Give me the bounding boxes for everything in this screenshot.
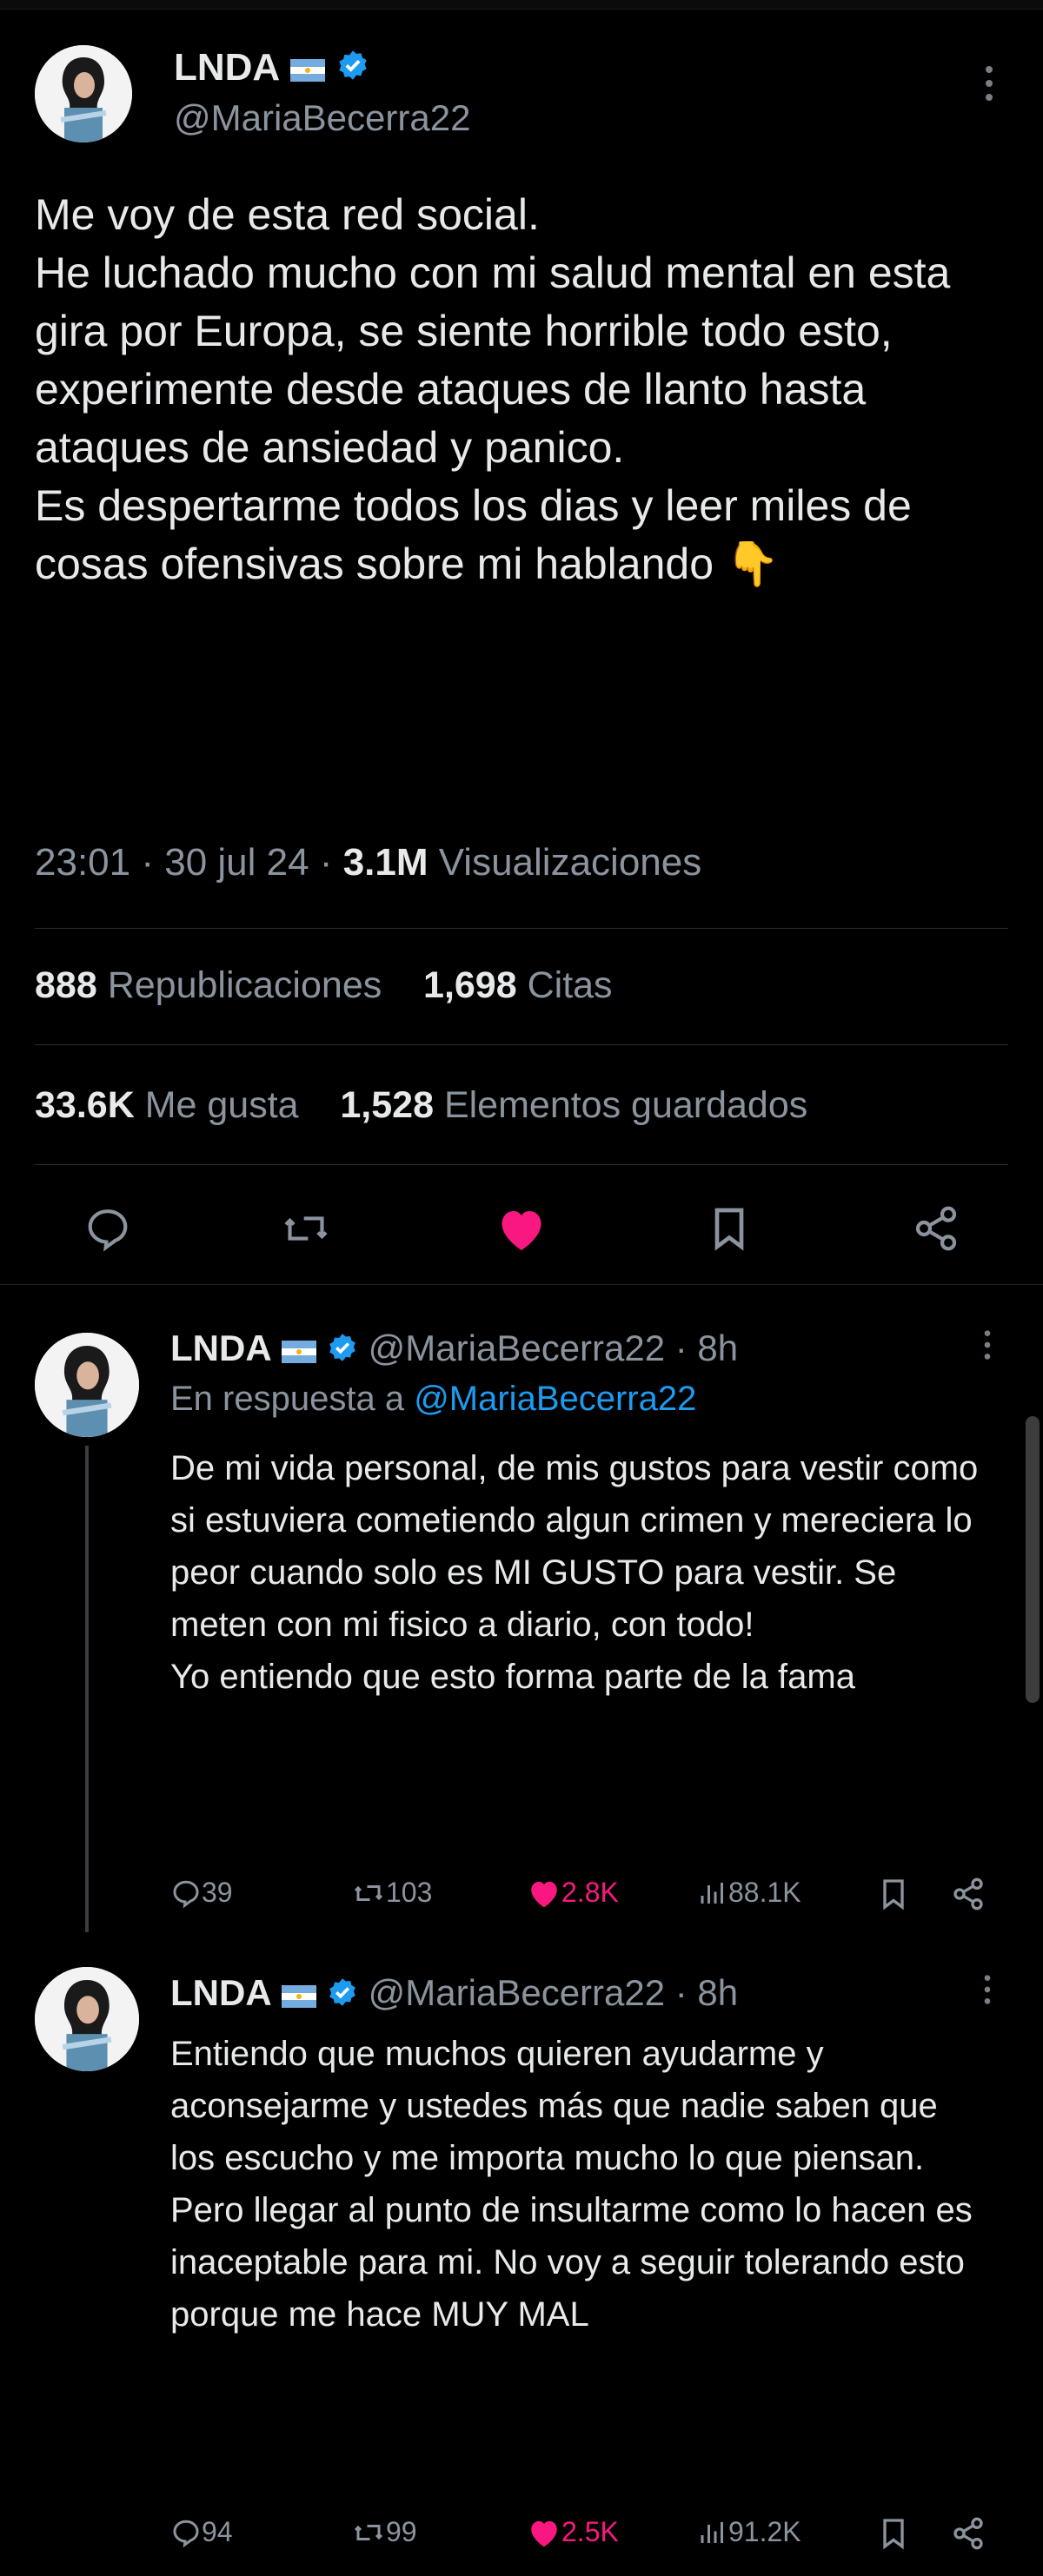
like-count: 2.8K	[561, 1877, 619, 1908]
views-count: 3.1M	[342, 841, 428, 884]
reply-context: En respuesta a @MariaBecerra22	[170, 1380, 697, 1418]
argentina-flag-icon	[282, 1327, 317, 1375]
divider	[0, 1284, 1043, 1285]
verified-badge-icon	[327, 1327, 358, 1375]
divider	[35, 1044, 1008, 1045]
post-age[interactable]: · 8h	[675, 1328, 738, 1368]
repost-count: 99	[386, 2516, 417, 2547]
divider	[35, 1164, 1008, 1165]
repost-icon[interactable]	[280, 1204, 332, 1257]
views-action[interactable]: 88.1K	[697, 1877, 801, 1909]
more-options-icon[interactable]	[979, 1972, 996, 2011]
views-icon	[701, 2521, 723, 2543]
display-name[interactable]: LNDA	[174, 46, 280, 89]
tweet-meta: 23:01 · 30 jul 24 · 3.1M Visualizaciones	[35, 841, 702, 884]
handle[interactable]: @MariaBecerra22	[369, 1328, 665, 1368]
comment-action[interactable]: 39	[170, 1877, 233, 1909]
like-action[interactable]: 2.8K	[527, 1877, 619, 1909]
reply-icon[interactable]	[83, 1204, 132, 1257]
repost-action[interactable]: 103	[351, 1877, 432, 1909]
repost-icon	[354, 2524, 383, 2540]
avatar[interactable]	[35, 45, 132, 142]
display-name[interactable]: LNDA	[170, 1328, 272, 1368]
reply-text: De mi vida personal, de mis gustos para …	[170, 1449, 979, 1696]
reply-to-link[interactable]: @MariaBecerra22	[414, 1380, 696, 1418]
argentina-flag-icon	[282, 1971, 317, 2020]
author-header: LNDA	[174, 45, 369, 92]
tweet-date[interactable]: 30 jul 24	[164, 841, 309, 884]
thread-line	[85, 1446, 89, 1932]
share-icon[interactable]	[911, 1204, 961, 1257]
divider	[35, 928, 1008, 929]
likes-stat[interactable]: 33.6K Me gusta	[35, 1084, 299, 1126]
views-count: 91.2K	[728, 2516, 801, 2547]
like-count: 2.5K	[561, 2516, 619, 2547]
more-options-icon[interactable]	[979, 1328, 996, 1367]
repost-action[interactable]: 99	[351, 2516, 417, 2548]
verified-badge-icon	[327, 1971, 358, 2020]
handle[interactable]: @MariaBecerra22	[174, 97, 470, 139]
stats-row-2: 33.6K Me gusta 1,528 Elementos guardados	[35, 1084, 807, 1127]
bookmark-icon[interactable]	[878, 1877, 909, 1916]
views-icon	[701, 1882, 723, 1904]
tweet-text: Me voy de esta red social. He luchado mu…	[35, 190, 951, 588]
reply-icon	[173, 2520, 199, 2547]
handle[interactable]: @MariaBecerra22	[369, 1972, 665, 2013]
like-icon	[531, 2520, 557, 2546]
views-action[interactable]: 91.2K	[697, 2516, 801, 2548]
comment-count: 39	[202, 1877, 233, 1908]
pointing-down-emoji-icon: 👇	[725, 540, 781, 588]
like-icon[interactable]	[495, 1204, 548, 1257]
reposts-stat[interactable]: 888 Republicaciones	[35, 964, 382, 1006]
like-action[interactable]: 2.5K	[527, 2516, 619, 2548]
reply-header: LNDA @MariaBecerra22 · 8h	[170, 1969, 738, 2020]
post-age[interactable]: · 8h	[675, 1972, 738, 2013]
bookmarks-stat[interactable]: 1,528 Elementos guardados	[340, 1084, 807, 1126]
display-name[interactable]: LNDA	[170, 1972, 272, 2013]
like-icon	[531, 1881, 557, 1907]
tweet-time[interactable]: 23:01	[35, 841, 130, 884]
repost-icon	[354, 1884, 383, 1901]
reply-icon	[173, 1880, 199, 1908]
reply-header: LNDA @MariaBecerra22 · 8h	[170, 1324, 738, 1375]
scrollbar-thumb[interactable]	[1026, 1416, 1040, 1703]
verified-badge-icon	[336, 47, 369, 92]
repost-count: 103	[386, 1877, 433, 1908]
argentina-flag-icon	[290, 47, 326, 92]
stats-row-1: 888 Republicaciones 1,698 Citas	[35, 964, 613, 1007]
avatar[interactable]	[35, 1333, 139, 1437]
quotes-stat[interactable]: 1,698 Citas	[423, 964, 613, 1006]
views-count: 88.1K	[728, 1877, 801, 1908]
share-icon[interactable]	[951, 2516, 986, 2555]
bookmark-icon[interactable]	[878, 2516, 909, 2555]
avatar[interactable]	[35, 1967, 139, 2071]
comment-count: 94	[202, 2516, 233, 2547]
reply-text: Entiendo que muchos quieren ayudarme y a…	[170, 2035, 973, 2334]
views-label: Visualizaciones	[438, 841, 702, 884]
share-icon[interactable]	[951, 1877, 986, 1916]
top-edge	[0, 0, 1043, 10]
bookmark-icon[interactable]	[708, 1204, 751, 1257]
comment-action[interactable]: 94	[170, 2516, 233, 2548]
more-options-icon[interactable]	[979, 63, 1000, 109]
